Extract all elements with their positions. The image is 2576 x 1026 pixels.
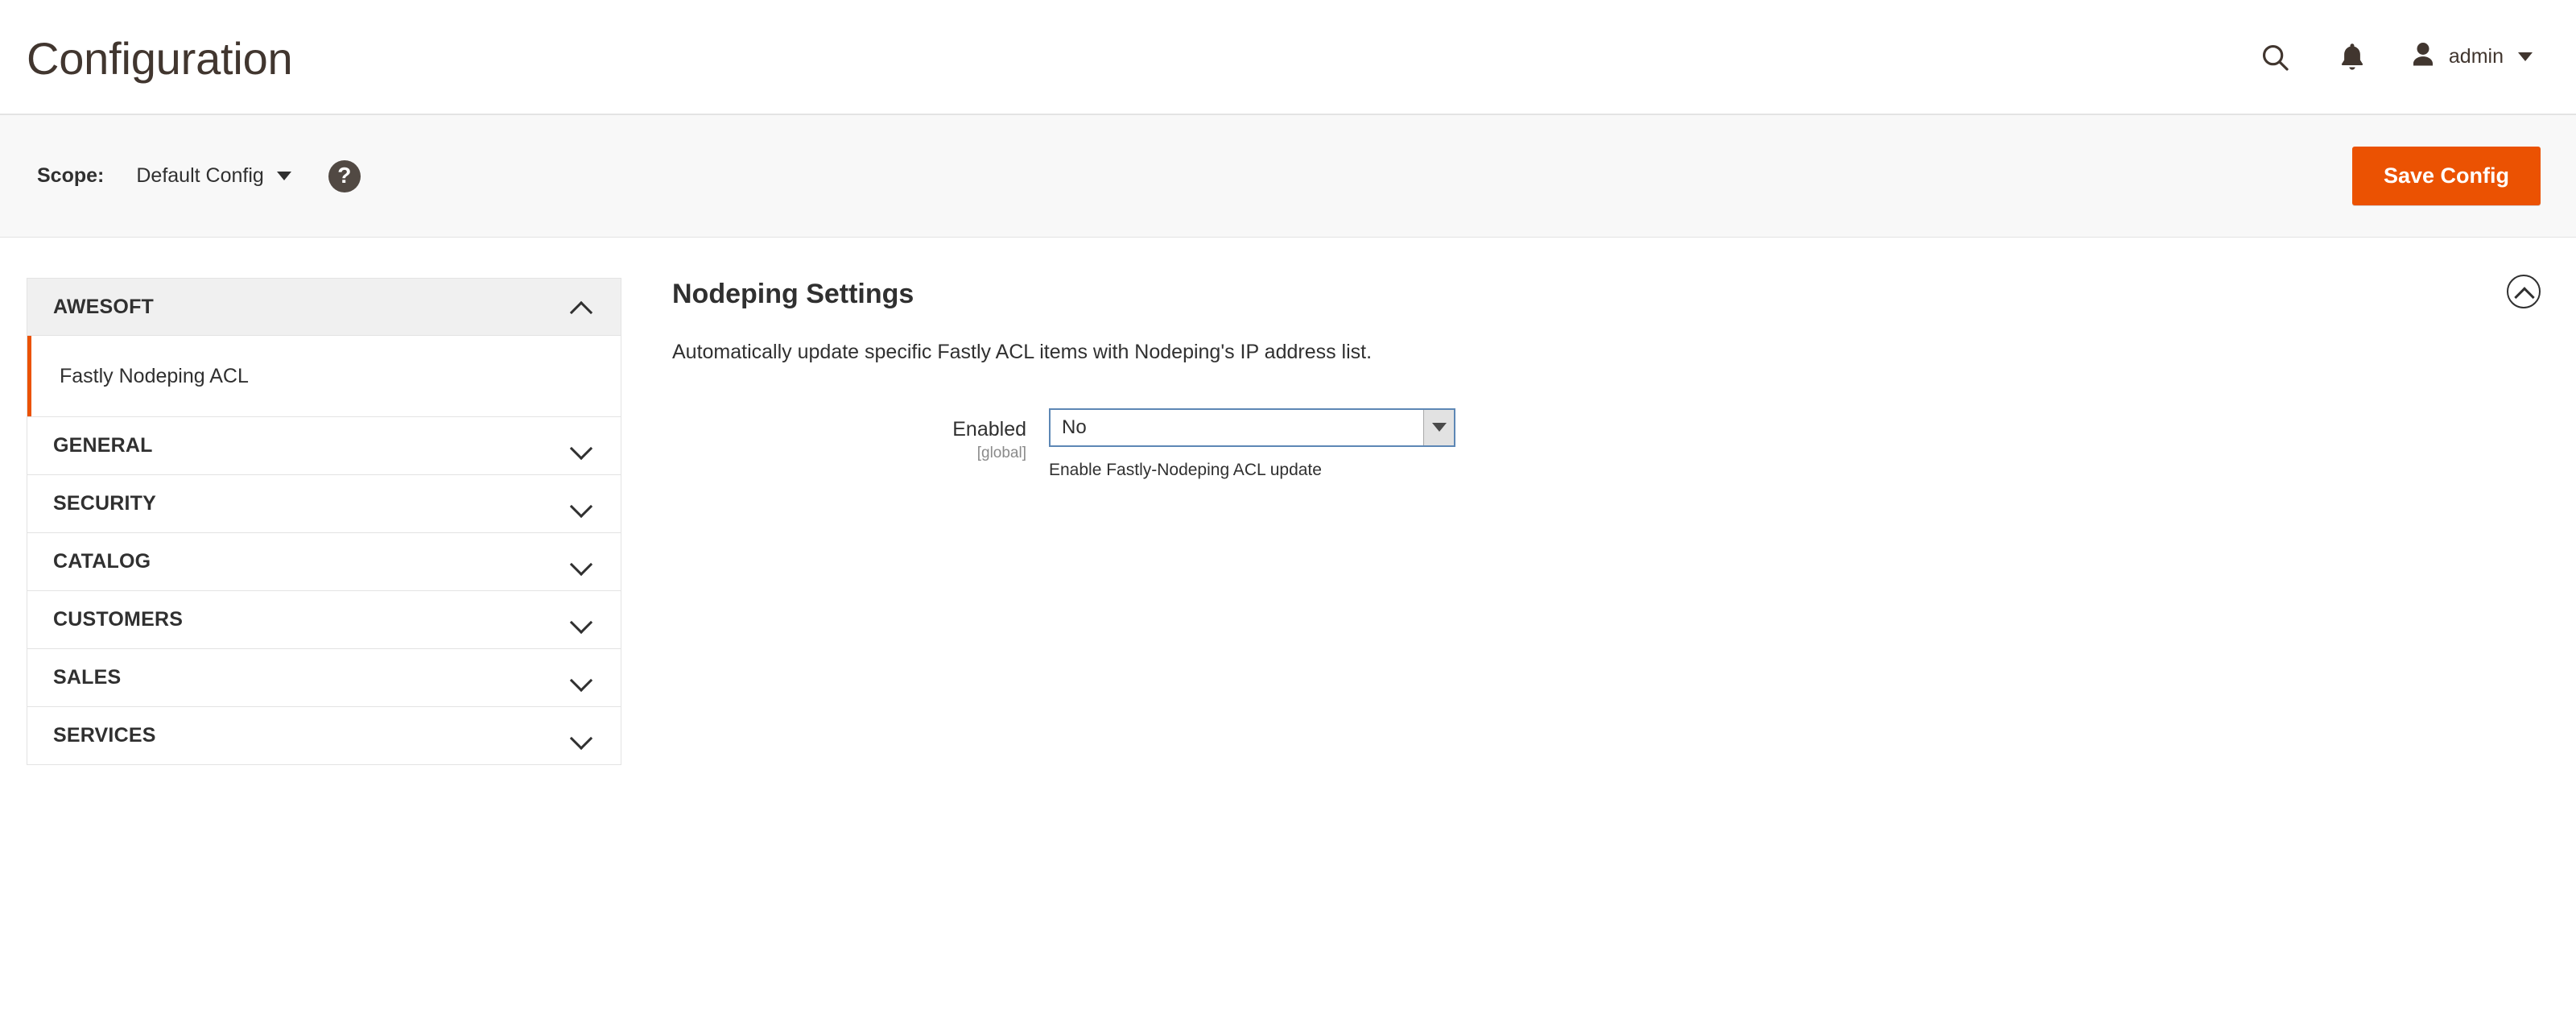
sidebar-section-catalog: CATALOG [27,532,621,590]
sidebar-item-fastly-nodeping-acl[interactable]: Fastly Nodeping ACL [27,336,621,416]
sidebar-section-header-sales[interactable]: SALES [27,649,621,706]
scope-label: Scope: [37,164,105,187]
field-row-enabled: Enabled [global] No Enable Fastly-Nodepi… [672,408,2541,481]
field-label-column: Enabled [global] [672,408,1049,462]
page-header: Configuration admin [0,0,2576,115]
chevron-down-icon [571,494,592,515]
scope-switcher[interactable]: Default Config [136,164,291,188]
section-header: Nodeping Settings [672,275,2541,311]
page-title: Configuration [27,32,293,84]
sidebar-section-header-catalog[interactable]: CATALOG [27,533,621,590]
scope-bar: Scope: Default Config ? Save Config [0,115,2576,238]
field-label-enabled: Enabled [952,417,1026,441]
chevron-down-icon [571,552,592,573]
sidebar-section-label: GENERAL [53,434,153,457]
config-sidebar-nav: AWESOFT Fastly Nodeping ACL GENERAL SECU… [27,278,621,765]
bell-icon [2339,42,2366,72]
save-config-button[interactable]: Save Config [2351,146,2541,206]
field-note-enabled: Enable Fastly-Nodeping ACL update [1049,460,1322,479]
sidebar-section-header-customers[interactable]: CUSTOMERS [27,591,621,648]
admin-user-menu[interactable]: admin [2391,19,2541,96]
chevron-down-icon [571,436,592,457]
sidebar-section-customers: CUSTOMERS [27,590,621,648]
sidebar-section-items-awesoft: Fastly Nodeping ACL [27,336,621,416]
page-body: AWESOFT Fastly Nodeping ACL GENERAL SECU… [0,238,2576,1025]
sidebar-item-label: Fastly Nodeping ACL [60,364,249,387]
chevron-down-icon [276,172,291,180]
admin-user-name: admin [2448,45,2504,68]
user-avatar-icon [2409,40,2438,73]
chevron-down-icon [2518,52,2533,61]
sidebar-section-services: SERVICES [27,706,621,765]
chevron-up-icon [571,296,592,317]
notifications-button[interactable] [2314,19,2391,96]
sidebar-section-label: AWESOFT [53,295,155,318]
sidebar-section-header-awesoft[interactable]: AWESOFT [27,279,621,336]
field-control-column: No Enable Fastly-Nodeping ACL update [1049,408,1455,481]
enabled-select[interactable]: No [1049,408,1455,447]
sidebar-section-header-security[interactable]: SECURITY [27,475,621,532]
sidebar-section-security: SECURITY [27,474,621,532]
sidebar-section-label: SALES [53,666,122,689]
chevron-down-icon [571,668,592,689]
enabled-select-value: No [1062,416,1087,438]
chevron-down-icon [571,610,592,631]
sidebar-section-general: GENERAL [27,416,621,474]
chevron-down-icon[interactable] [1423,409,1454,445]
chevron-up-circle-icon[interactable] [2507,275,2541,308]
sidebar-section-label: SERVICES [53,724,156,747]
search-button[interactable] [2236,19,2314,96]
sidebar-section-sales: SALES [27,648,621,706]
section-title: Nodeping Settings [672,279,914,309]
config-main-panel: Nodeping Settings Automatically update s… [621,275,2576,481]
sidebar-section-label: CUSTOMERS [53,608,184,631]
header-actions: admin [2236,19,2541,96]
sidebar-section-label: SECURITY [53,492,157,515]
sidebar-section-header-services[interactable]: SERVICES [27,707,621,764]
sidebar-section-label: CATALOG [53,550,151,573]
scope-selected-value: Default Config [136,164,264,187]
field-scope-hint: [global] [976,444,1026,461]
sidebar-section-header-general[interactable]: GENERAL [27,417,621,474]
sidebar-section-awesoft: AWESOFT Fastly Nodeping ACL [27,278,621,416]
chevron-down-icon [571,726,592,747]
search-icon [2260,42,2290,72]
question-mark-icon[interactable]: ? [328,159,361,192]
section-description: Automatically update specific Fastly ACL… [672,340,1373,363]
